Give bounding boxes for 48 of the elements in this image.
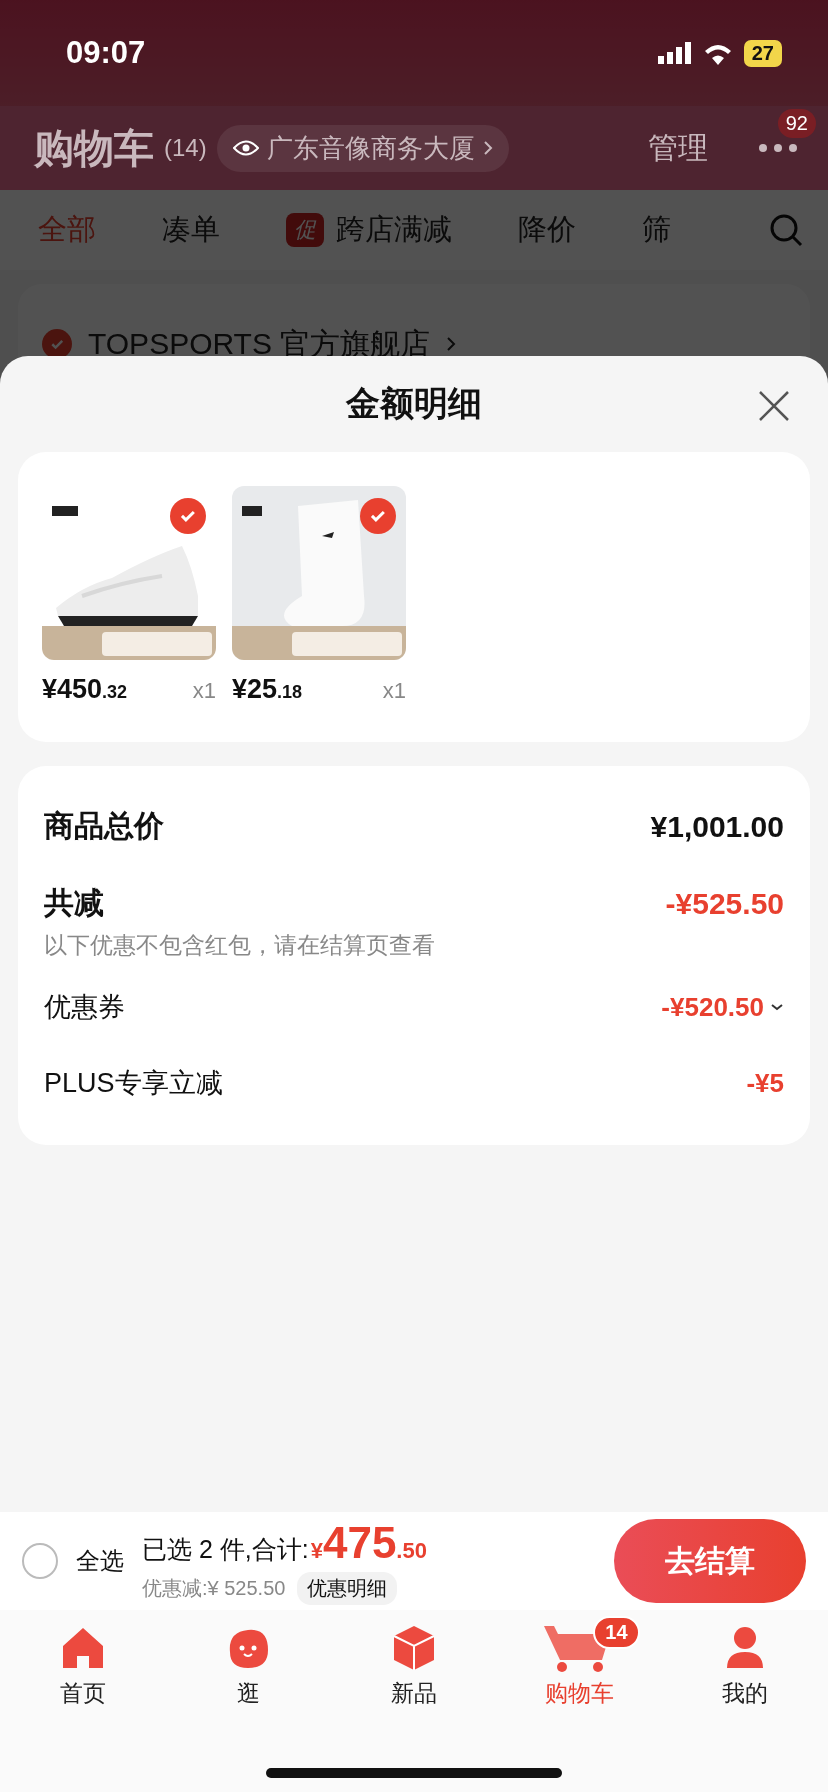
summary-label: 优惠券 bbox=[44, 991, 125, 1024]
sheet-title: 金额明细 bbox=[346, 383, 482, 424]
selected-summary: 已选 2 件,合计: bbox=[142, 1533, 309, 1565]
item-quantity: x1 bbox=[192, 678, 216, 704]
cart-count: (14) bbox=[164, 134, 207, 162]
filter-tab[interactable]: 凑单 bbox=[162, 210, 220, 250]
nav-tab[interactable]: 购物车 bbox=[545, 1678, 615, 1709]
chevron-right-icon bbox=[482, 140, 493, 156]
manage-link[interactable]: 管理 bbox=[648, 127, 708, 169]
discount-amount: 优惠减:¥ 525.50 bbox=[142, 1575, 286, 1601]
filter-tab[interactable]: 降价 bbox=[518, 210, 576, 250]
select-all-checkbox[interactable] bbox=[22, 1543, 58, 1579]
summary-value: ¥1,001.00 bbox=[650, 809, 784, 844]
discount-details-link[interactable]: 优惠明细 bbox=[297, 1571, 398, 1605]
select-all-label[interactable]: 全选 bbox=[76, 1545, 124, 1577]
cart-badge: 14 bbox=[593, 1616, 640, 1649]
summary-label: PLUS专享立减 bbox=[44, 1067, 223, 1100]
page-title: 购物车 bbox=[34, 124, 154, 172]
close-icon[interactable] bbox=[758, 390, 790, 422]
filter-tab[interactable]: 促 跨店满减 bbox=[286, 210, 452, 250]
nav-tab[interactable]: 首页 bbox=[59, 1678, 106, 1709]
store-checkbox[interactable] bbox=[42, 329, 72, 359]
nav-tab[interactable]: 我的 bbox=[722, 1678, 769, 1709]
signal-icon bbox=[657, 42, 692, 64]
item-price: ¥25.18 bbox=[232, 674, 303, 705]
summary-label: 共减 bbox=[44, 885, 104, 921]
message-badge: 92 bbox=[777, 109, 816, 138]
total-amount: ¥475.50 bbox=[310, 1517, 427, 1568]
filter-tab[interactable]: 筛 bbox=[642, 210, 671, 250]
summary-value[interactable]: -¥520.50 bbox=[661, 991, 784, 1023]
summary-label: 商品总价 bbox=[44, 808, 164, 844]
nav-tab[interactable]: 逛 bbox=[236, 1678, 260, 1709]
summary-value: -¥5 bbox=[746, 1067, 784, 1099]
location-chip[interactable]: 广东音像商务大厦 bbox=[216, 124, 509, 172]
status-time: 09:07 bbox=[66, 35, 146, 71]
more-icon[interactable] bbox=[758, 143, 798, 153]
location-text: 广东音像商务大厦 bbox=[266, 131, 475, 165]
item-price: ¥450.32 bbox=[42, 674, 128, 705]
chevron-down-icon bbox=[770, 1002, 784, 1012]
search-icon[interactable] bbox=[768, 212, 804, 248]
chevron-right-icon bbox=[446, 336, 457, 352]
summary-value: -¥525.50 bbox=[665, 886, 784, 921]
checkout-button[interactable]: 去结算 bbox=[614, 1519, 806, 1603]
item-quantity: x1 bbox=[382, 678, 406, 704]
battery-indicator: 27 bbox=[743, 39, 782, 67]
nav-tab[interactable]: 新品 bbox=[391, 1678, 437, 1709]
eye-icon bbox=[232, 139, 259, 157]
discount-note: 以下优惠不包含红包，请在结算页查看 bbox=[44, 931, 436, 960]
